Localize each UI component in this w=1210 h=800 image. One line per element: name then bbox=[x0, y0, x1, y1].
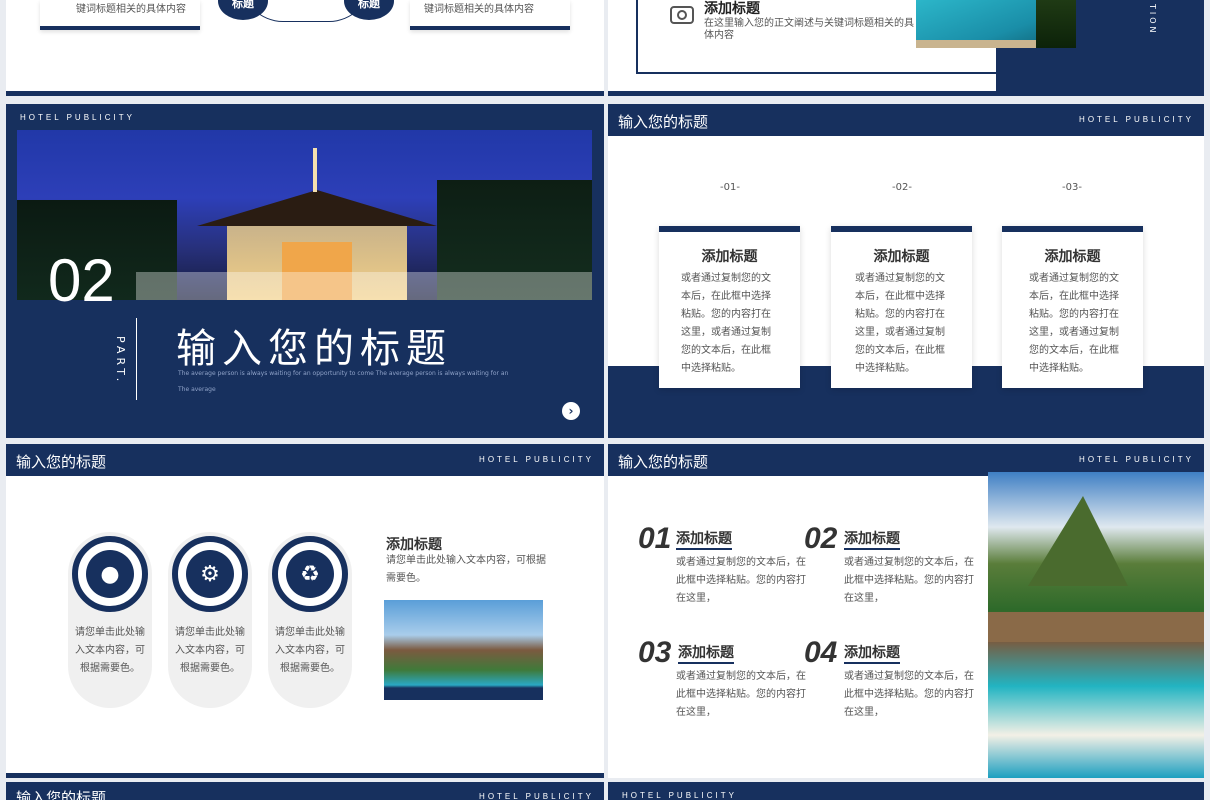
numbered-item: 03 添加标题 或者通过复制您的文本后，在此框中选择粘贴。您的内容打在这里， bbox=[638, 636, 808, 718]
slide-part-02: HOTEL PUBLICITY 02 PART. 输入您的标题 The aver… bbox=[6, 104, 604, 438]
slide-top-right: 添加标题 在这里输入您的正文阐述与关键词标题相关的具体内容 TION bbox=[608, 0, 1204, 96]
text-card-left-body: 键词标题相关的具体内容 bbox=[76, 4, 186, 15]
pill-text: 请您单击此处输入文本内容，可根据需要色。 bbox=[175, 627, 245, 674]
slide-bottom-bar bbox=[608, 91, 1204, 96]
side-text: 请您单击此处输入文本内容，可根据需要色。 bbox=[386, 555, 546, 584]
card-body: 或者通过复制您的文本后，在此框中选择粘贴。您的内容打在这里，或者通过复制您的文本… bbox=[1029, 273, 1119, 374]
numbered-item: 01 添加标题 或者通过复制您的文本后，在此框中选择粘贴。您的内容打在这里， bbox=[638, 522, 808, 604]
item-number: 04 bbox=[804, 636, 838, 669]
header-title: 输入您的标题 bbox=[618, 453, 709, 471]
header-title: 输入您的标题 bbox=[16, 789, 107, 800]
photo-highlight-band bbox=[136, 272, 592, 300]
card-body: 或者通过复制您的文本后，在此框中选择粘贴。您的内容打在这里，或者通过复制您的文本… bbox=[855, 273, 945, 374]
pool-photo bbox=[916, 0, 1076, 48]
item-title: 添加标题 bbox=[844, 528, 900, 550]
item-number: 01 bbox=[638, 522, 672, 555]
kicker-hotel-publicity: HOTEL PUBLICITY bbox=[479, 792, 594, 800]
info-card: 添加标题 或者通过复制您的文本后，在此框中选择粘贴。您的内容打在这里，或者通过复… bbox=[1002, 226, 1143, 388]
slide-three-cards: 输入您的标题 HOTEL PUBLICITY -01- -02- -03- 添加… bbox=[608, 104, 1204, 438]
item-number: 02 bbox=[804, 522, 838, 555]
card-title: 添加标题 bbox=[873, 249, 930, 265]
part-divider bbox=[136, 318, 137, 400]
badge-right: 标题 bbox=[344, 0, 394, 20]
numbered-item: 04 添加标题 或者通过复制您的文本后，在此框中选择粘贴。您的内容打在这里， bbox=[804, 636, 974, 718]
info-title: 添加标题 bbox=[704, 1, 760, 17]
card-index: -02- bbox=[892, 182, 912, 193]
kicker-hotel-publicity: HOTEL PUBLICITY bbox=[479, 455, 594, 464]
icon-pill: ● 请您单击此处输入文本内容，可根据需要色。 bbox=[68, 532, 152, 708]
recycle-icon: ♻ bbox=[286, 550, 334, 598]
badge-left: 标题 bbox=[218, 0, 268, 20]
item-body: 或者通过复制您的文本后，在此框中选择粘贴。您的内容打在这里， bbox=[676, 557, 806, 604]
item-title: 添加标题 bbox=[844, 642, 900, 664]
slide-bottom-left: 输入您的标题 HOTEL PUBLICITY bbox=[6, 782, 604, 800]
resort-pool-photo bbox=[384, 600, 543, 700]
kicker-hotel-publicity: HOTEL PUBLICITY bbox=[20, 113, 135, 122]
item-body: 或者通过复制您的文本后，在此框中选择粘贴。您的内容打在这里， bbox=[676, 671, 806, 718]
card-index: -03- bbox=[1062, 182, 1082, 193]
chevron-right-icon[interactable]: › bbox=[562, 402, 580, 420]
item-title: 添加标题 bbox=[676, 528, 732, 550]
card-index: -01- bbox=[720, 182, 740, 193]
kicker-hotel-publicity: HOTEL PUBLICITY bbox=[1079, 115, 1194, 124]
part-number: 02 bbox=[48, 247, 115, 314]
worker-icon: ⚙ bbox=[186, 550, 234, 598]
header-title: 输入您的标题 bbox=[618, 113, 709, 131]
info-card: 添加标题 或者通过复制您的文本后，在此框中选择粘贴。您的内容打在这里，或者通过复… bbox=[659, 226, 800, 388]
card-body: 或者通过复制您的文本后，在此框中选择粘贴。您的内容打在这里，或者通过复制您的文本… bbox=[681, 273, 771, 374]
numbered-item: 02 添加标题 或者通过复制您的文本后，在此框中选择粘贴。您的内容打在这里， bbox=[804, 522, 974, 604]
part-subtitle: The average person is always waiting for… bbox=[178, 370, 509, 393]
card-title: 添加标题 bbox=[701, 249, 758, 265]
camera-icon bbox=[670, 6, 694, 24]
icon-pill: ♻ 请您单击此处输入文本内容，可根据需要色。 bbox=[268, 532, 352, 708]
slide-bottom-bar bbox=[6, 773, 604, 778]
header-title: 输入您的标题 bbox=[16, 453, 107, 471]
text-card-left: 键词标题相关的具体内容 bbox=[40, 0, 200, 30]
slide-bottom-bar bbox=[6, 91, 604, 96]
item-body: 或者通过复制您的文本后，在此框中选择粘贴。您的内容打在这里， bbox=[844, 557, 974, 604]
kicker-hotel-publicity: HOTEL PUBLICITY bbox=[1079, 455, 1194, 464]
item-number: 03 bbox=[638, 636, 672, 669]
slide-icons: 输入您的标题 HOTEL PUBLICITY ● 请您单击此处输入文本内容，可根… bbox=[6, 444, 604, 778]
pill-text: 请您单击此处输入文本内容，可根据需要色。 bbox=[75, 627, 145, 674]
pill-text: 请您单击此处输入文本内容，可根据需要色。 bbox=[275, 627, 345, 674]
kicker-hotel-publicity: HOTEL PUBLICITY bbox=[622, 791, 737, 800]
icon-pill: ⚙ 请您单击此处输入文本内容，可根据需要色。 bbox=[168, 532, 252, 708]
item-body: 或者通过复制您的文本后，在此框中选择粘贴。您的内容打在这里， bbox=[844, 671, 974, 718]
text-card-right: 键词标题相关的具体内容 bbox=[410, 0, 570, 30]
slide-top-left: 键词标题相关的具体内容 标题 标题 键词标题相关的具体内容 bbox=[6, 0, 604, 96]
card-title: 添加标题 bbox=[1044, 249, 1101, 265]
user-icon: ● bbox=[86, 550, 134, 598]
slide-bottom-right: HOTEL PUBLICITY bbox=[608, 782, 1204, 800]
info-card: 添加标题 或者通过复制您的文本后，在此框中选择粘贴。您的内容打在这里，或者通过复… bbox=[831, 226, 972, 388]
header-bar: 输入您的标题 HOTEL PUBLICITY bbox=[6, 444, 604, 476]
part-label: PART. bbox=[114, 336, 127, 386]
slide-numbered: 输入您的标题 HOTEL PUBLICITY 01 添加标题 或者通过复制您的文… bbox=[608, 444, 1204, 778]
header-bar: 输入您的标题 HOTEL PUBLICITY bbox=[608, 104, 1204, 136]
vertical-side-text: TION bbox=[1148, 4, 1157, 36]
item-title: 添加标题 bbox=[678, 642, 734, 664]
text-card-right-body: 键词标题相关的具体内容 bbox=[424, 4, 534, 15]
info-desc: 在这里输入您的正文阐述与关键词标题相关的具体内容 bbox=[704, 18, 914, 41]
side-title: 添加标题 bbox=[386, 537, 442, 553]
bora-bora-photo bbox=[988, 472, 1204, 778]
